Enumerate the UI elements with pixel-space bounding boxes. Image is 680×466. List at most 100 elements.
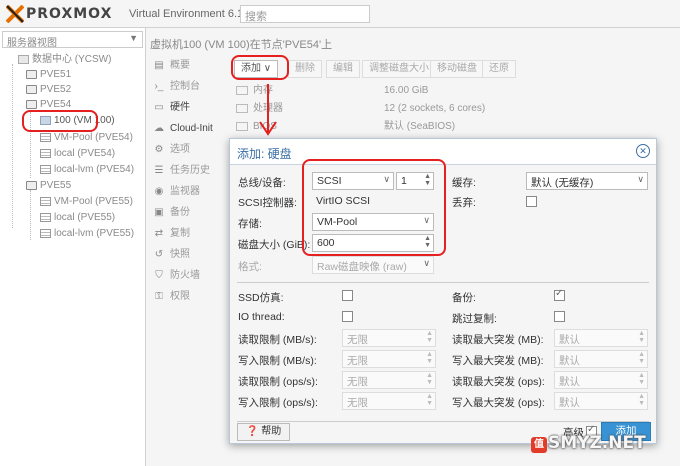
read-limit-mb-input[interactable]: 无限 ▲ ▼ [342,329,436,347]
tree-item-storage[interactable]: local (PVE55) [40,211,115,225]
footer-divider [237,421,649,422]
revert-button[interactable]: 还原 [482,60,516,78]
hardware-row-cpu[interactable]: 处理器 12 (2 sockets, 6 cores) [236,100,680,118]
book-icon: ▤ [154,60,164,71]
list-icon: ☰ [154,165,164,176]
top-bar: PROXMOX Virtual Environment 6.1-8 搜索 [0,0,680,28]
remove-button[interactable]: 删除 [288,60,322,78]
chevron-down-icon: ∨ [637,174,644,184]
tree-item-node[interactable]: PVE55 [26,179,71,193]
cache-label: 缓存: [452,177,476,189]
nav-item-console[interactable]: ›_ 控制台 [154,78,200,96]
datacenter-icon [18,54,29,64]
spinner-icon: ▲ ▼ [426,351,433,365]
spinner-icon: ▲ ▼ [426,372,433,386]
history-icon: ↺ [154,249,164,260]
hardware-row-memory[interactable]: 内存 16.00 GiB [236,82,680,100]
format-select[interactable]: Raw磁盘映像 (raw) ∨ [312,256,434,274]
memory-icon [236,85,248,95]
nav-item-monitor[interactable]: ◉ 监视器 [154,183,200,201]
tree-item-node[interactable]: PVE52 [26,83,71,97]
spinner-icon: ▲ ▼ [638,351,645,365]
ssd-emulation-checkbox[interactable] [342,290,353,301]
read-burst-ops-input[interactable]: 默认 ▲ ▼ [554,371,648,389]
format-label: 格式: [238,261,262,273]
resource-tree-panel: 服务器视图 ▼ 数据中心 (YCSW) PVE51 PVE52 PVE54 10… [0,28,146,466]
highlight-add-button [231,55,289,80]
hardware-row-bios[interactable]: BIOS 默认 (SeaBIOS) [236,118,680,136]
backup-checkbox[interactable] [554,288,565,301]
write-burst-mb-input[interactable]: 默认 ▲ ▼ [554,350,648,368]
retweet-icon: ⇄ [154,228,164,239]
cache-select[interactable]: 默认 (无缓存) ∨ [526,172,648,190]
storage-icon [40,164,51,174]
tree-guide-line [30,190,31,240]
tree-item-storage[interactable]: local (PVE54) [40,147,115,161]
nav-item-cloudinit[interactable]: ☁ Cloud-Init [154,120,213,138]
cpu-icon [236,103,248,113]
move-disk-button[interactable]: 移动磁盘 [430,60,484,78]
hardware-toolbar: 添加 ∨ 删除 编辑 调整磁盘大小 移动磁盘 还原 [230,58,680,80]
nav-item-permissions[interactable]: ⚿ 权限 [154,288,190,306]
ssd-emulation-label: SSD仿真: [238,292,284,304]
write-burst-mb-label: 写入最大突发 (MB): [452,355,544,367]
nav-item-hardware[interactable]: ▭ 硬件 [154,99,190,117]
nav-item-snapshots[interactable]: ↺ 快照 [154,246,190,264]
read-burst-mb-label: 读取最大突发 (MB): [452,334,544,346]
storage-icon [40,196,51,206]
page-title: 虚拟机100 (VM 100)在节点'PVE54'上 [150,39,333,51]
io-thread-checkbox[interactable] [342,311,353,322]
discard-checkbox[interactable] [526,196,537,207]
tree-item-storage[interactable]: VM-Pool (PVE55) [40,195,133,209]
write-burst-ops-label: 写入最大突发 (ops): [452,397,545,409]
spinner-icon: ▲ ▼ [426,393,433,407]
bus-device-label: 总线/设备: [238,177,286,189]
chevron-down-icon: ▼ [129,33,138,43]
unlock-icon: ⚿ [155,291,163,302]
bios-icon [236,121,248,131]
view-selector[interactable]: 服务器视图 ▼ [2,31,143,49]
nav-item-backup[interactable]: ▣ 备份 [154,204,190,222]
disk-size-label: 磁盘大小 (GiB): [238,239,311,251]
node-icon [26,99,37,109]
help-icon: ❓ [246,426,262,437]
search-input[interactable]: 搜索 [240,5,370,23]
write-limit-ops-label: 写入限制 (ops/s): [238,397,318,409]
dialog-title: 添加: 硬盘 [237,147,292,161]
storage-icon [40,132,51,142]
spinner-icon: ▲ ▼ [638,372,645,386]
io-thread-label: IO thread: [238,311,285,323]
scsi-controller-label: SCSI控制器: [238,197,297,209]
tree-item-storage[interactable]: local-lvm (PVE54) [40,163,134,177]
resize-disk-button[interactable]: 调整磁盘大小 [362,60,436,78]
watermark: SMYZ.NET [548,433,646,453]
write-burst-ops-input[interactable]: 默认 ▲ ▼ [554,392,648,410]
write-limit-ops-input[interactable]: 无限 ▲ ▼ [342,392,436,410]
terminal-icon: ›_ [154,81,164,92]
tree-item-datacenter[interactable]: 数据中心 (YCSW) [18,53,111,67]
nav-item-replication[interactable]: ⇄ 复制 [154,225,190,243]
read-burst-mb-input[interactable]: 默认 ▲ ▼ [554,329,648,347]
help-button[interactable]: ❓ 帮助 [237,423,291,441]
chevron-down-icon: ∨ [423,258,430,268]
read-limit-ops-input[interactable]: 无限 ▲ ▼ [342,371,436,389]
node-icon [26,84,37,94]
tree-item-storage[interactable]: local-lvm (PVE55) [40,227,134,241]
storage-label: 存储: [238,218,262,230]
nav-item-summary[interactable]: ▤ 概要 [154,57,190,75]
skip-replication-checkbox[interactable] [554,311,565,322]
storage-icon [40,148,51,158]
nav-item-task-history[interactable]: ☰ 任务历史 [154,162,210,180]
write-limit-mb-input[interactable]: 无限 ▲ ▼ [342,350,436,368]
close-icon[interactable]: ✕ [636,144,650,158]
nav-item-firewall[interactable]: ⛉ 防火墙 [154,267,200,285]
backup-label: 备份: [452,292,476,304]
discard-label: 丢弃: [452,197,476,209]
edit-button[interactable]: 编辑 [326,60,360,78]
watermark-badge: 值 [531,437,547,453]
tree-item-storage[interactable]: VM-Pool (PVE54) [40,131,133,145]
cloud-icon: ☁ [154,123,164,134]
nav-item-options[interactable]: ⚙ 选项 [154,141,190,159]
tree-item-node[interactable]: PVE51 [26,68,71,82]
monitor-icon: ▭ [154,102,164,113]
